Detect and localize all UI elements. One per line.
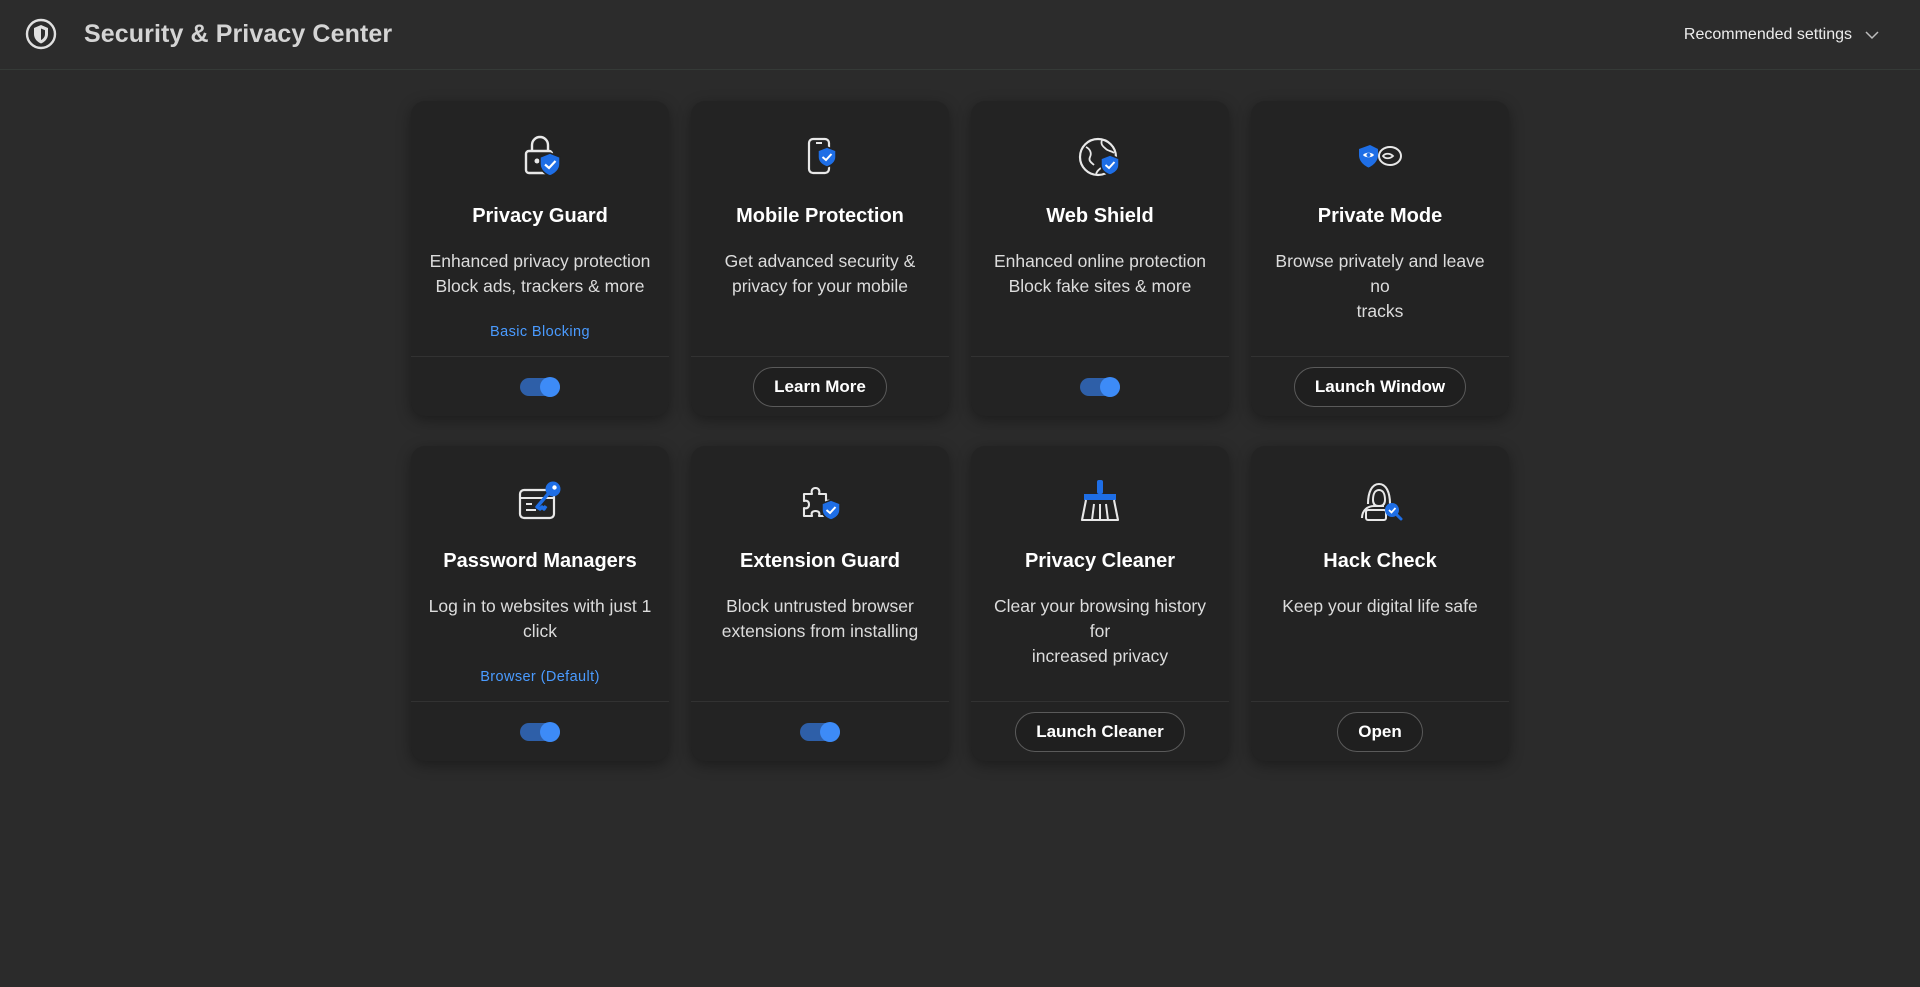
globe-shield-icon <box>1072 129 1128 185</box>
privacy-guard-mode-link[interactable]: Basic Blocking <box>411 324 669 340</box>
card-description-line: extensions from installing <box>721 621 919 641</box>
card-privacy-guard: Privacy Guard Enhanced privacy protectio… <box>411 101 669 416</box>
card-description-line: click <box>522 621 558 641</box>
recommended-settings-dropdown[interactable]: Recommended settings <box>1684 22 1880 48</box>
learn-more-button[interactable]: Learn More <box>753 366 887 407</box>
card-password-managers: Password Managers Log in to websites wit… <box>411 446 669 761</box>
chevron-down-icon <box>1865 31 1879 40</box>
lock-shield-icon <box>512 129 568 185</box>
page-title: Security & Privacy Center <box>84 20 393 48</box>
card-description: Browse privately and leave no tracks <box>1265 249 1495 324</box>
mobile-shield-icon <box>792 129 848 185</box>
card-extension-guard: Extension Guard Block untrusted browser … <box>691 446 949 761</box>
card-footer <box>411 356 669 416</box>
card-title: Mobile Protection <box>736 205 904 227</box>
card-title: Private Mode <box>1317 205 1443 227</box>
card-description-line: Block fake sites & more <box>1008 276 1192 296</box>
card-description-line: Get advanced security & <box>724 251 916 271</box>
card-description: Log in to websites with just 1 click <box>425 594 655 644</box>
privacy-guard-toggle[interactable] <box>520 376 560 397</box>
app-header: Security & Privacy Center Recommended se… <box>0 0 1920 70</box>
password-managers-toggle[interactable] <box>520 721 560 742</box>
mask-icon <box>1352 129 1408 185</box>
card-description-line: Enhanced privacy protection <box>429 251 651 271</box>
card-description: Get advanced security & privacy for your… <box>705 249 935 299</box>
card-description-line: Block ads, trackers & more <box>435 276 645 296</box>
launch-cleaner-button[interactable]: Launch Cleaner <box>1015 711 1185 752</box>
card-description-line: increased privacy <box>1031 646 1169 666</box>
hacker-search-icon <box>1352 474 1408 530</box>
card-footer <box>411 701 669 761</box>
feature-grid: Privacy Guard Enhanced privacy protectio… <box>411 101 1509 761</box>
card-description: Enhanced online protection Block fake si… <box>985 249 1215 299</box>
password-manager-selection-link[interactable]: Browser (Default) <box>411 669 669 685</box>
card-description-line: tracks <box>1356 301 1404 321</box>
card-footer <box>691 701 949 761</box>
card-title: Extension Guard <box>739 550 901 572</box>
card-mobile-protection: Mobile Protection Get advanced security … <box>691 101 949 416</box>
card-privacy-cleaner: Privacy Cleaner Clear your browsing hist… <box>971 446 1229 761</box>
settings-dropdown-label: Recommended settings <box>1683 26 1852 43</box>
extension-guard-toggle[interactable] <box>800 721 840 742</box>
card-title: Password Managers <box>443 550 637 572</box>
card-title: Hack Check <box>1323 550 1437 572</box>
card-footer <box>971 356 1229 416</box>
card-private-mode: Private Mode Browse privately and leave … <box>1251 101 1509 416</box>
card-footer: Launch Cleaner <box>971 701 1229 761</box>
card-description-line: Browse privately and leave no <box>1275 251 1485 296</box>
card-description: Block untrusted browser extensions from … <box>705 594 935 644</box>
card-title: Web Shield <box>1046 205 1154 227</box>
card-description: Enhanced privacy protection Block ads, t… <box>425 249 655 299</box>
key-window-icon <box>512 474 568 530</box>
web-shield-toggle[interactable] <box>1080 376 1120 397</box>
card-hack-check: Hack Check Keep your digital life safe O… <box>1251 446 1509 761</box>
card-title: Privacy Cleaner <box>1024 550 1176 572</box>
app-logo-icon <box>25 18 57 50</box>
card-footer: Learn More <box>691 356 949 416</box>
card-description-line: Clear your browsing history for <box>993 596 1207 641</box>
puzzle-shield-icon <box>792 474 848 530</box>
card-description-line: Block untrusted browser <box>726 596 914 616</box>
launch-window-button[interactable]: Launch Window <box>1293 366 1467 407</box>
card-description-line: Enhanced online protection <box>993 251 1207 271</box>
broom-icon <box>1072 474 1128 530</box>
card-footer: Open <box>1251 701 1509 761</box>
card-footer: Launch Window <box>1251 356 1509 416</box>
open-button[interactable]: Open <box>1337 711 1423 752</box>
card-title: Privacy Guard <box>472 205 608 227</box>
card-description: Keep your digital life safe <box>1265 594 1495 619</box>
card-description-line: privacy for your mobile <box>731 276 909 296</box>
card-description-line: Keep your digital life safe <box>1282 596 1478 616</box>
card-web-shield: Web Shield Enhanced online protection Bl… <box>971 101 1229 416</box>
card-description: Clear your browsing history for increase… <box>985 594 1215 669</box>
card-description-line: Log in to websites with just 1 <box>428 596 652 616</box>
